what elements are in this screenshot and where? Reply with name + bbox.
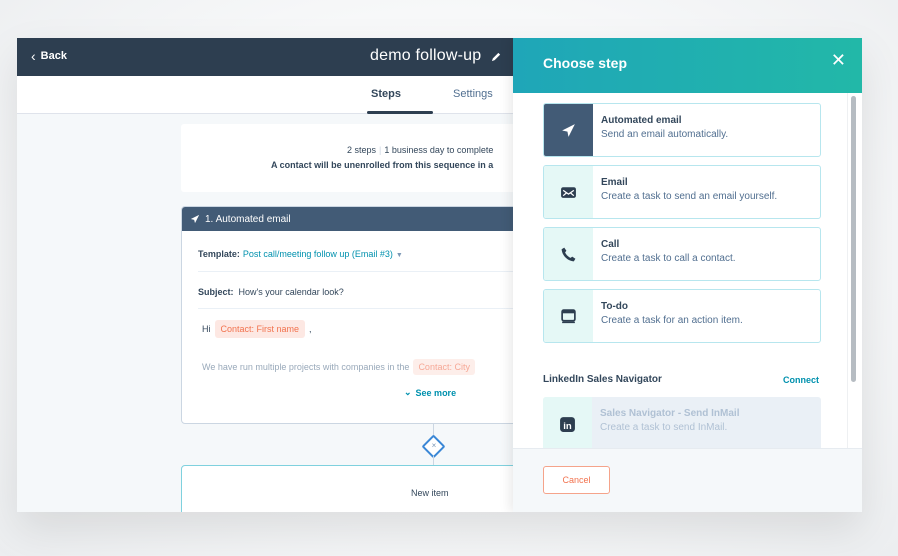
paper-plane-icon [190, 214, 200, 224]
step-card-automated-email[interactable]: 1. Automated email Template: Post call/me… [181, 206, 521, 424]
option-icon-box [544, 290, 593, 342]
template-label: Template: [198, 249, 240, 259]
chevron-left-icon: ‹ [31, 48, 36, 64]
separator: | [379, 145, 382, 155]
option-description: Create a task for an action item. [601, 315, 743, 326]
pencil-icon[interactable] [491, 51, 502, 62]
option-icon-box [544, 104, 593, 156]
back-label: Back [40, 50, 67, 62]
greeting-suffix: , [309, 324, 312, 334]
subject-value: How's your calendar look? [238, 287, 344, 297]
cancel-button[interactable]: Cancel [543, 466, 610, 494]
remove-connector-button[interactable] [421, 434, 446, 459]
personalization-token: Contact: City [413, 359, 475, 375]
linkedin-connect-link[interactable]: Connect [783, 375, 819, 385]
template-row: Template: Post call/meeting follow up (Em… [198, 249, 520, 259]
step-option-automated-email[interactable]: Automated email Send an email automatica… [543, 103, 821, 157]
tab-steps[interactable]: Steps [371, 88, 401, 100]
option-title: Sales Navigator - Send InMail [600, 408, 740, 419]
new-item-label: New item [411, 488, 449, 498]
option-description: Create a task to send InMail. [600, 422, 728, 433]
step-option-sales-navigator: in Sales Navigator - Send InMail Create … [543, 397, 821, 451]
option-title: Email [601, 177, 628, 188]
sequence-summary-card: 2 steps | 1 business day to complete A con… [181, 124, 521, 192]
panel-header: Choose step ✕ [513, 38, 862, 93]
choose-step-panel: Choose step ✕ Automated email Send an em… [513, 38, 862, 512]
linkedin-icon: in [560, 416, 575, 432]
option-icon-box: in [543, 397, 592, 451]
step-option-email[interactable]: Email Create a task to send an email you… [543, 165, 821, 219]
divider [198, 308, 520, 309]
caret-down-icon[interactable]: ▼ [396, 252, 403, 259]
greeting-text: Hi [202, 324, 211, 334]
phone-icon [561, 247, 576, 261]
option-icon-box [544, 166, 593, 218]
new-item-card[interactable]: New item [181, 465, 521, 512]
step-option-todo[interactable]: To-do Create a task for an action item. [543, 289, 821, 343]
email-body-preview: We have run multiple projects with compa… [202, 359, 475, 375]
option-icon-box [544, 228, 593, 280]
unenroll-note: A contact will be unenrolled from this s… [271, 160, 494, 170]
template-dropdown[interactable]: Post call/meeting follow up (Email #3) [243, 249, 393, 259]
sequence-title: demo follow-up [370, 47, 502, 65]
option-description: Create a task to call a contact. [601, 253, 736, 264]
paper-plane-icon [562, 123, 575, 137]
sequence-title-text: demo follow-up [370, 47, 482, 64]
tab-settings[interactable]: Settings [453, 88, 493, 100]
close-icon[interactable]: ✕ [831, 51, 846, 69]
sequence-stats: 2 steps | 1 business day to complete [347, 145, 493, 155]
todo-icon [561, 308, 576, 323]
subject-row: Subject: How's your calendar look? [198, 287, 520, 297]
option-title: Call [601, 239, 620, 250]
scrollbar-thumb[interactable] [851, 96, 856, 382]
divider [198, 271, 520, 272]
envelope-icon [561, 186, 576, 198]
app-window: ‹ Back demo follow-up Steps Settings 2 s… [17, 38, 862, 512]
panel-title: Choose step [543, 55, 628, 71]
chevron-down-icon: ⌄ [404, 387, 412, 397]
svg-text:in: in [563, 420, 572, 431]
option-title: Automated email [601, 115, 682, 126]
linkedin-section-label: LinkedIn Sales Navigator [543, 374, 662, 385]
back-button[interactable]: ‹ Back [31, 48, 67, 64]
active-tab-indicator [367, 111, 433, 114]
step-header: 1. Automated email [182, 207, 520, 231]
see-more-label: See more [415, 387, 457, 398]
option-description: Send an email automatically. [601, 129, 729, 140]
email-greeting: Hi Contact: First name , [202, 320, 312, 338]
duration: 1 business day to complete [384, 145, 494, 155]
step-count: 2 steps [347, 145, 377, 155]
option-description: Create a task to send an email yourself. [601, 191, 778, 202]
panel-footer: Cancel [513, 448, 862, 512]
step-option-call[interactable]: Call Create a task to call a contact. [543, 227, 821, 281]
step-title: 1. Automated email [205, 213, 291, 225]
personalization-token: Contact: First name [214, 320, 306, 338]
see-more-button[interactable]: ⌄ See more [404, 387, 456, 398]
body-text: We have run multiple projects with compa… [202, 362, 410, 372]
subject-label: Subject: [198, 287, 234, 297]
option-title: To-do [601, 301, 629, 312]
